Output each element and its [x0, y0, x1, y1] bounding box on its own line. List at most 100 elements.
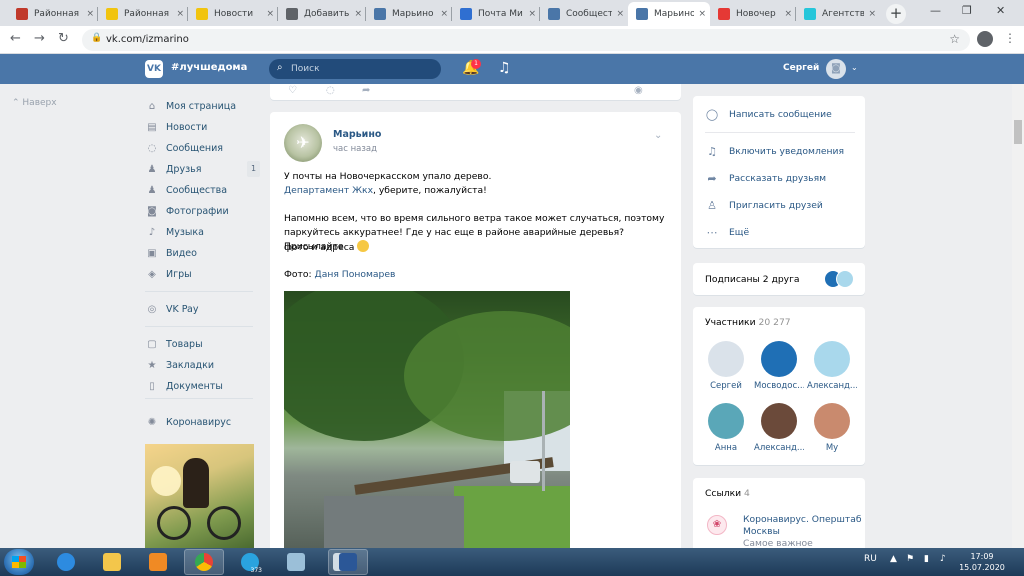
browser-tab[interactable]: Сообщест ×	[540, 2, 628, 26]
reload-icon[interactable]: ↻	[58, 31, 69, 46]
page-scrollbar[interactable]	[1012, 84, 1024, 548]
share-icon[interactable]: ➦	[362, 85, 370, 96]
post-photo[interactable]	[284, 291, 570, 562]
search-box[interactable]: ⌕	[269, 59, 441, 79]
browser-tab[interactable]: Почта Ми ×	[452, 2, 540, 26]
left-menu-item[interactable]: ♪ Музыка	[145, 223, 260, 241]
profile-icon[interactable]	[977, 31, 993, 47]
member-item[interactable]: Му	[807, 403, 857, 453]
link-item[interactable]: Коронавирус. Оперштаб Москвы Самое важно…	[743, 514, 862, 550]
tab-close-icon[interactable]: ×	[864, 9, 876, 19]
scroll-up-button[interactable]: ⌃ Наверх	[12, 98, 57, 108]
start-button[interactable]	[4, 549, 34, 575]
taskbar-app[interactable]	[276, 549, 316, 575]
left-menu-item[interactable]: ✺ Коронавирус	[145, 413, 260, 431]
music-player-icon[interactable]: ♫	[498, 60, 511, 76]
browser-tab[interactable]: Марьино ×	[628, 2, 710, 26]
member-item[interactable]: Александ...	[754, 403, 804, 453]
header-avatar[interactable]: ◙	[826, 59, 846, 79]
comment-icon[interactable]: ◌	[326, 85, 335, 96]
taskbar-media[interactable]	[138, 549, 178, 575]
taskbar-ie[interactable]	[46, 549, 86, 575]
taskbar-chrome[interactable]	[184, 549, 224, 575]
tab-close-icon[interactable]: ×	[82, 9, 94, 19]
community-action[interactable]: ♙ Пригласить друзей	[705, 197, 855, 213]
tab-close-icon[interactable]: ×	[612, 9, 624, 19]
tray-arrow-icon[interactable]: ▲	[890, 554, 897, 564]
post-author-name[interactable]: Марьино	[333, 129, 381, 140]
back-arrow-icon[interactable]: ←	[10, 31, 21, 46]
left-menu-item[interactable]: ▤ Новости	[145, 118, 260, 136]
subscribed-friends-card[interactable]: Подписаны 2 друга	[693, 263, 865, 295]
scrollbar-thumb[interactable]	[1014, 120, 1022, 144]
tab-close-icon[interactable]: ×	[172, 9, 184, 19]
chevron-down-icon[interactable]: ⌄	[851, 63, 858, 72]
browser-tab[interactable]: Добавить ×	[278, 2, 366, 26]
community-action[interactable]: ♫ Включить уведомления	[705, 143, 855, 159]
member-item[interactable]: Сергей	[701, 341, 751, 391]
left-menu-item[interactable]: ◎ VK Pay	[145, 300, 260, 318]
forward-arrow-icon[interactable]: →	[34, 31, 45, 46]
maximize-icon[interactable]: ❐	[962, 4, 972, 17]
taskbar-word[interactable]	[328, 549, 368, 575]
left-menu-item[interactable]: ◙ Фотографии	[145, 202, 260, 220]
tab-close-icon[interactable]: ×	[350, 9, 362, 19]
members-title[interactable]: Участники 20 277	[705, 317, 791, 328]
search-input[interactable]	[291, 62, 431, 76]
mention-link[interactable]: Департамент Жкх	[284, 185, 373, 196]
post-menu-chevron-icon[interactable]: ⌄	[654, 130, 662, 141]
browser-tab[interactable]: Новочер ×	[710, 2, 796, 26]
address-bar[interactable]: 🔒 vk.com/izmarino ☆	[82, 29, 970, 51]
community-action[interactable]: ◯ Написать сообщение	[705, 106, 855, 122]
vk-logo[interactable]: VK	[145, 60, 163, 78]
member-item[interactable]: Мосводос...	[754, 341, 804, 391]
links-title[interactable]: Ссылки 4	[705, 488, 750, 499]
photo-author-link[interactable]: Даня Пономарев	[315, 269, 396, 280]
new-tab-button[interactable]: +	[886, 4, 906, 24]
like-icon[interactable]: ♡	[288, 85, 297, 96]
network-icon[interactable]: ▮	[924, 554, 929, 564]
friend-avatar	[836, 270, 854, 288]
member-item[interactable]: Анна	[701, 403, 751, 453]
community-action[interactable]: ⋯ Ещё	[705, 224, 855, 240]
taskbar-clock[interactable]: 17:09 15.07.2020	[958, 551, 1006, 573]
left-menu-item[interactable]: ★ Закладки	[145, 356, 260, 374]
minimize-icon[interactable]: —	[930, 4, 941, 17]
left-menu-item[interactable]: ◌ Сообщения	[145, 139, 260, 157]
left-menu-item[interactable]: ♟ Друзья 1	[145, 160, 260, 178]
post-author-avatar[interactable]: ✈	[284, 124, 322, 162]
left-menu-item[interactable]: ⌂ Моя страница	[145, 97, 260, 115]
tab-close-icon[interactable]: ×	[436, 9, 448, 19]
browser-tab[interactable]: Новости ×	[188, 2, 278, 26]
browser-tab[interactable]: Районная ×	[8, 2, 98, 26]
left-menu-item[interactable]: ▢ Товары	[145, 335, 260, 353]
tab-close-icon[interactable]: ×	[780, 9, 792, 19]
taskbar-explorer[interactable]	[92, 549, 132, 575]
browser-tab[interactable]: Марьино ×	[366, 2, 452, 26]
vk-slogan[interactable]: #лучшедома	[171, 62, 247, 73]
browser-menu-icon[interactable]: ⋮	[1004, 31, 1016, 45]
header-user-name[interactable]: Сергей	[783, 63, 819, 73]
ad-banner-image[interactable]	[145, 444, 254, 548]
tray-flag-icon[interactable]: ⚑	[906, 554, 914, 564]
taskbar-telegram[interactable]: 373	[230, 549, 270, 575]
close-window-icon[interactable]: ✕	[996, 4, 1005, 17]
community-action[interactable]: ➦ Рассказать друзьям	[705, 170, 855, 186]
browser-tab[interactable]: Районная ×	[98, 2, 188, 26]
tab-close-icon[interactable]: ×	[694, 9, 706, 19]
url-text[interactable]: vk.com/izmarino	[106, 34, 189, 45]
tab-close-icon[interactable]: ×	[262, 9, 274, 19]
left-menu-item[interactable]: ♟ Сообщества	[145, 181, 260, 199]
browser-tab[interactable]: Агентств ×	[796, 2, 880, 26]
bookmark-star-icon[interactable]: ☆	[949, 32, 960, 46]
language-indicator[interactable]: RU	[864, 554, 877, 564]
volume-icon[interactable]: ♪	[940, 554, 946, 564]
member-item[interactable]: Александ...	[807, 341, 857, 391]
tab-close-icon[interactable]: ×	[524, 9, 536, 19]
left-menu-item[interactable]: ◈ Игры	[145, 265, 260, 283]
link-logo-icon[interactable]: ❀	[707, 515, 727, 535]
post-time[interactable]: час назад	[333, 144, 377, 154]
members-count: 20 277	[758, 317, 791, 328]
left-menu-item[interactable]: ▯ Документы	[145, 377, 260, 395]
left-menu-item[interactable]: ▣ Видео	[145, 244, 260, 262]
